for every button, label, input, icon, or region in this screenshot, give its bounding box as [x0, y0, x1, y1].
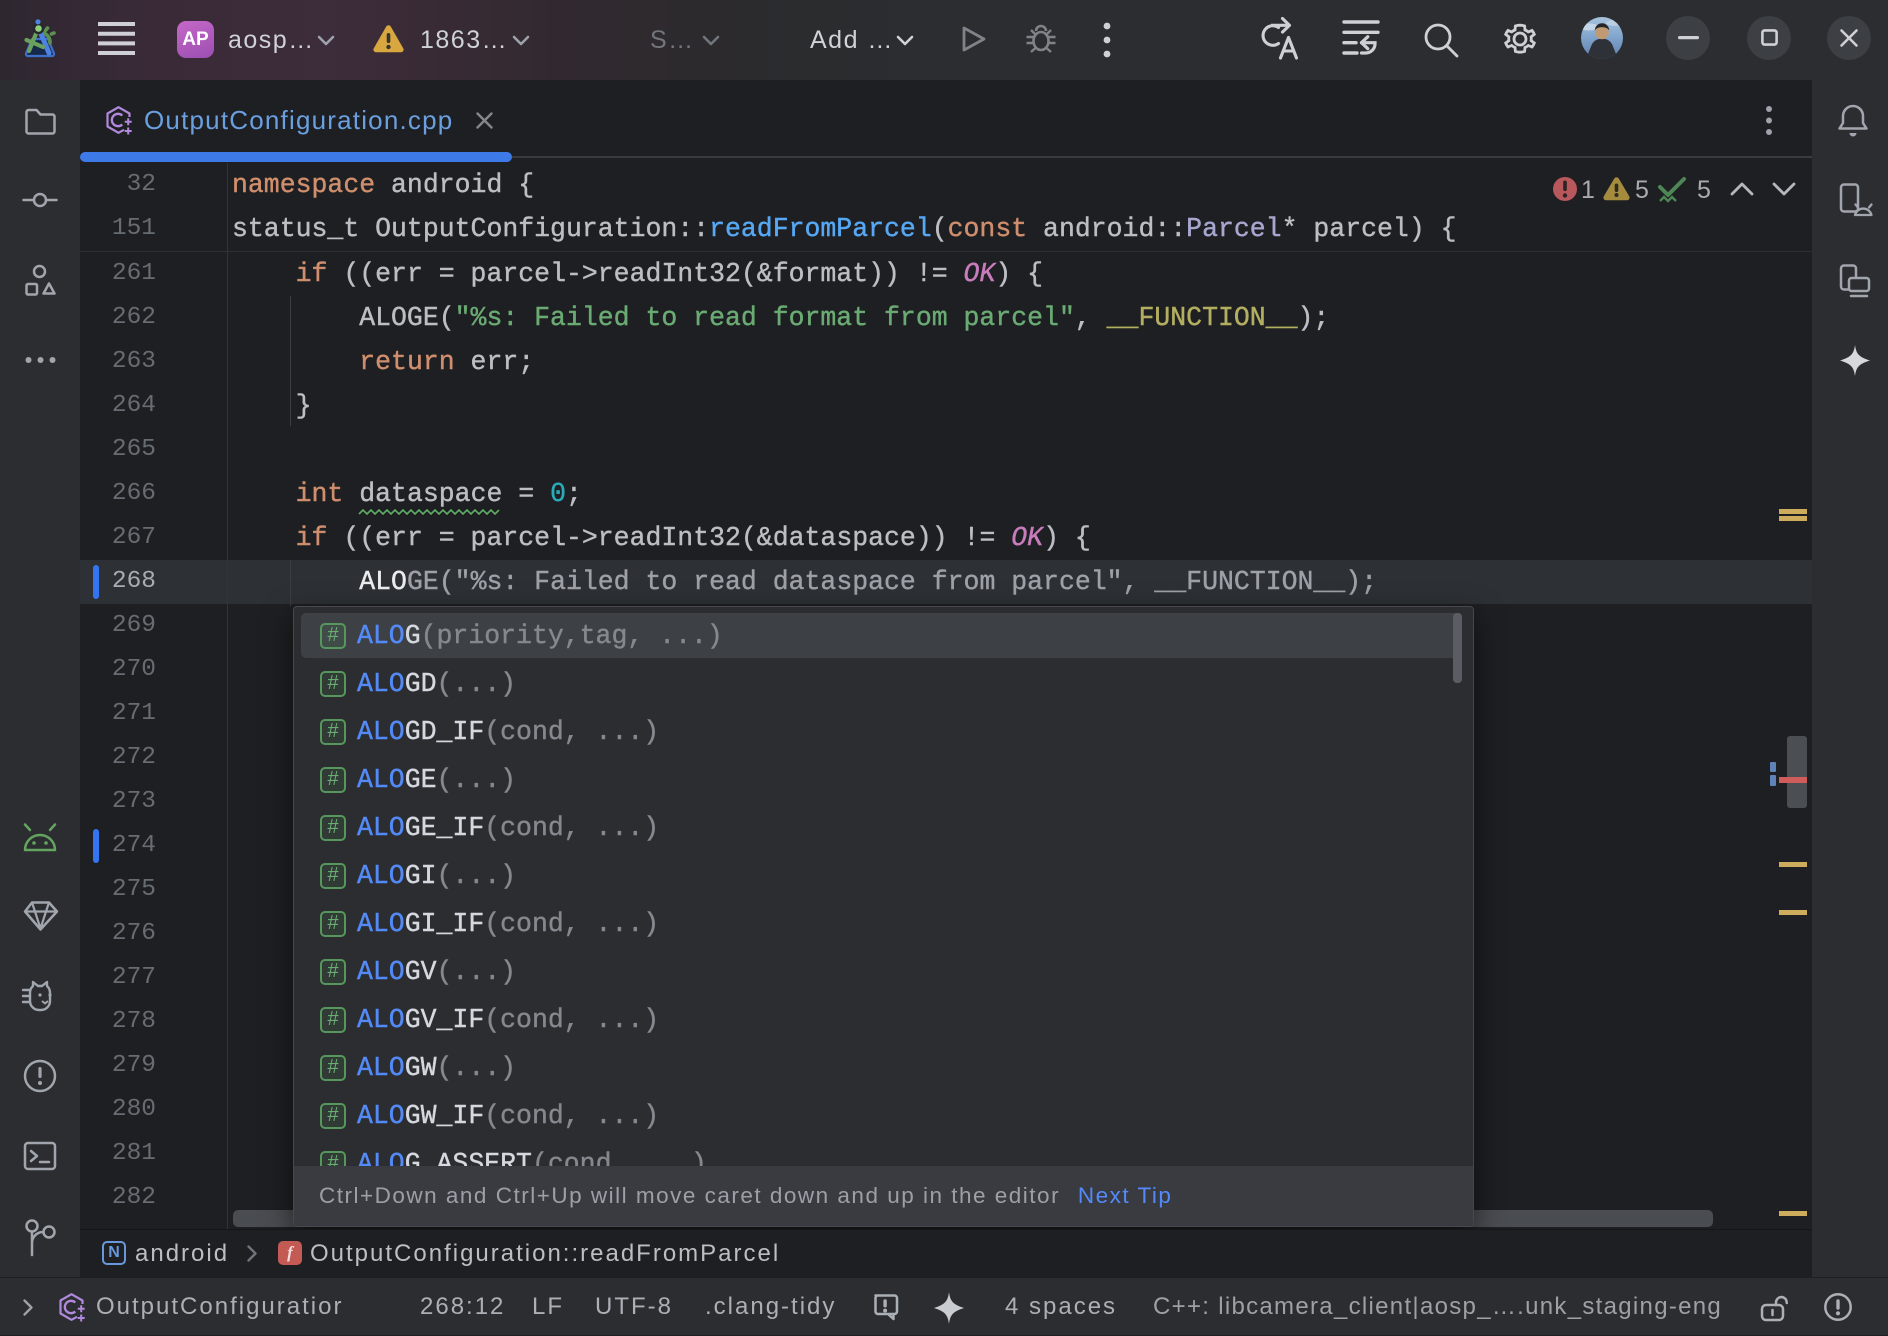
svg-text:1: 1	[1581, 176, 1595, 204]
svg-text:5: 5	[1697, 176, 1711, 204]
svg-text:5: 5	[1635, 176, 1649, 204]
